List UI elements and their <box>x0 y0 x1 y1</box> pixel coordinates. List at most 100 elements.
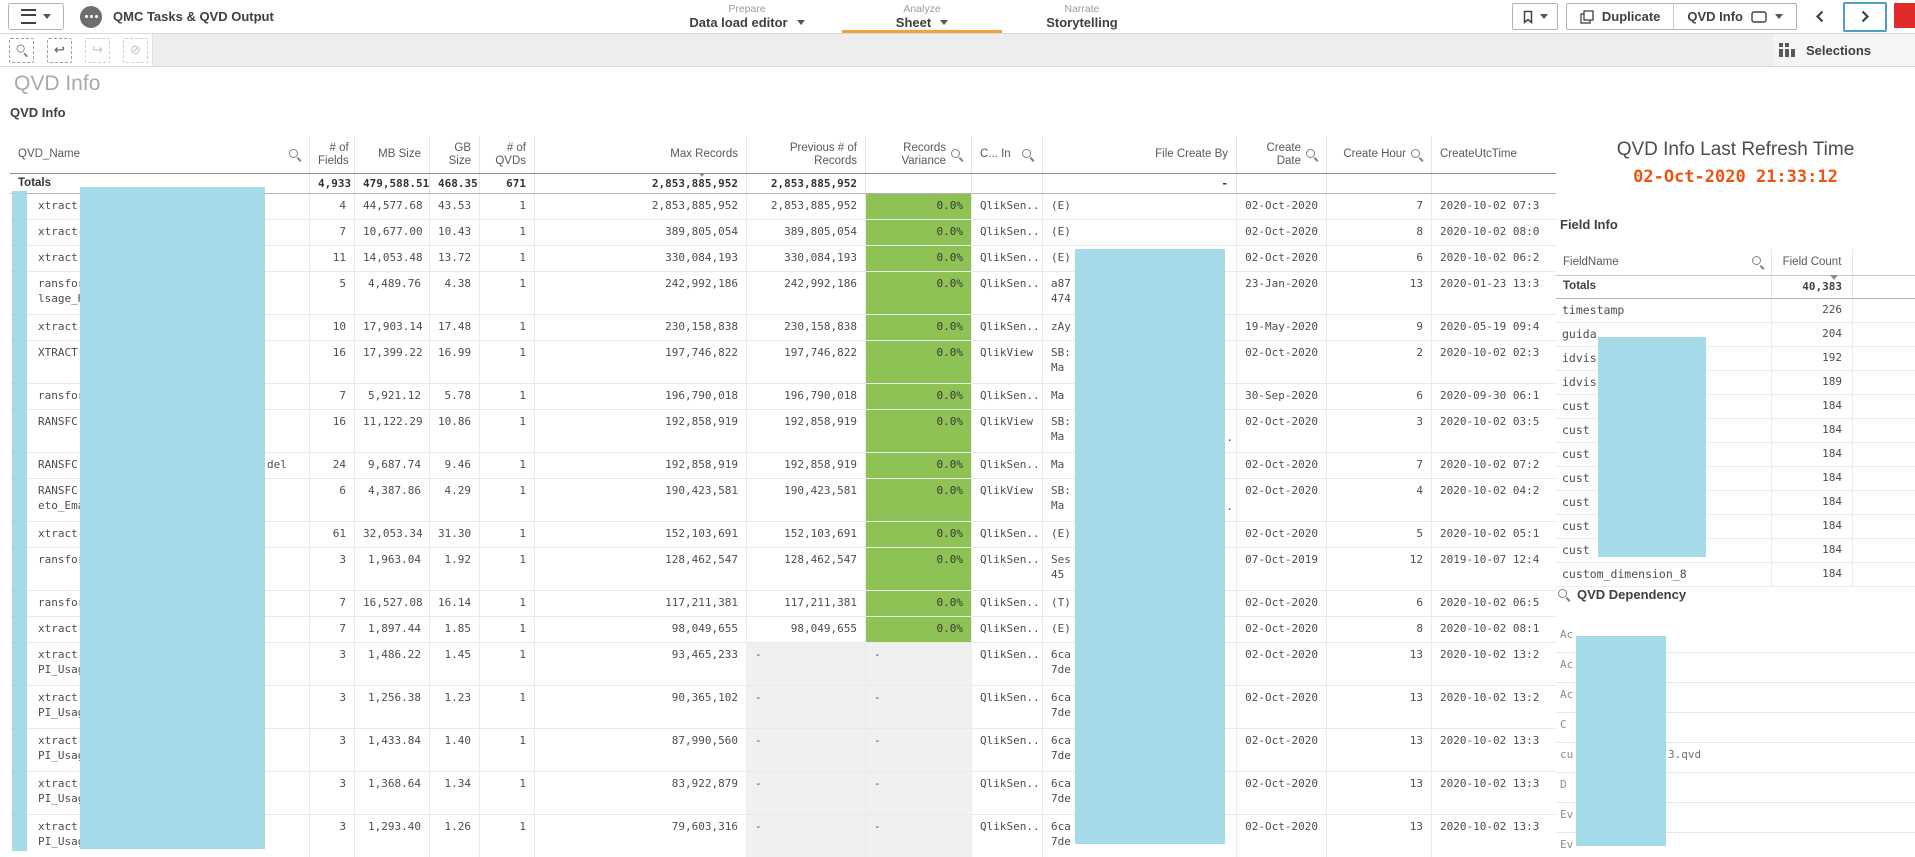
max-records-cell: 93,465,233 <box>535 643 747 685</box>
chevron-down-icon <box>1775 14 1783 19</box>
selections-back-button[interactable]: ↩ <box>47 37 72 63</box>
next-sheet-button[interactable] <box>1843 1 1887 32</box>
gb-size-cell: 1.34 <box>430 772 480 814</box>
search-icon[interactable] <box>951 148 963 161</box>
column-header-create-utc-time[interactable]: CreateUtcTime <box>1432 136 1556 173</box>
field-count-cell: 184 <box>1772 539 1853 562</box>
created-in-cell: QlikView <box>972 410 1043 452</box>
max-records-cell: 230,158,838 <box>535 315 747 340</box>
smart-search-button[interactable] <box>9 37 34 63</box>
totals-mb-size: 479,588.51 <box>355 174 430 193</box>
column-label: # of QVDs <box>495 141 526 167</box>
previous-records-cell: 230,158,838 <box>747 315 866 340</box>
mb-size-cell: 1,486.22 <box>355 643 430 685</box>
search-icon[interactable] <box>1306 148 1318 161</box>
sheet-selector[interactable]: QVD Info <box>1673 4 1796 29</box>
gb-size-cell: 4.38 <box>430 272 480 314</box>
column-label: File Create By <box>1155 148 1228 160</box>
create-date-cell: 02-Oct-2020 <box>1237 479 1327 521</box>
num-fields-cell: 16 <box>310 341 355 383</box>
column-header-qvd-name[interactable]: QVD_Name <box>10 136 310 173</box>
column-header-max-records[interactable]: Max Records <box>535 136 747 173</box>
num-fields-cell: 4 <box>310 194 355 219</box>
column-label: # of Fields <box>318 141 349 167</box>
bookmarks-button[interactable] <box>1511 3 1558 30</box>
column-header-create-date[interactable]: Create Date <box>1237 136 1327 173</box>
column-header-records-variance[interactable]: Records Variance <box>866 136 972 173</box>
num-fields-cell: 11 <box>310 246 355 271</box>
search-icon[interactable] <box>1558 588 1570 601</box>
selections-forward-button[interactable]: ↪ <box>85 37 110 63</box>
previous-records-cell: - <box>747 772 866 814</box>
num-fields-cell: 3 <box>310 643 355 685</box>
nav-item-label: Data load editor <box>689 15 788 30</box>
column-header-gb-size[interactable]: GB Size <box>430 136 480 173</box>
clear-selections-button[interactable]: ⊘ <box>123 37 148 63</box>
create-hour-cell: 13 <box>1327 815 1432 857</box>
create-hour-cell: 6 <box>1327 384 1432 409</box>
app-title: QMC Tasks & QVD Output <box>113 9 274 24</box>
search-icon[interactable] <box>1411 148 1423 161</box>
max-records-cell: 79,603,316 <box>535 815 747 857</box>
num-fields-cell: 3 <box>310 772 355 814</box>
num-qvds-cell: 1 <box>480 686 535 728</box>
column-header-field-name[interactable]: FieldName <box>1556 249 1772 275</box>
max-records-cell: 2,853,885,952 <box>535 194 747 219</box>
table-header-row: QVD_Name # of Fields MB Size GB Size # o… <box>10 136 1556 174</box>
selections-tool-button[interactable]: Selections <box>1773 34 1915 66</box>
search-icon[interactable] <box>1752 256 1764 268</box>
search-icon[interactable] <box>1022 148 1034 161</box>
field-info-row[interactable]: timestamp 226 <box>1556 299 1915 323</box>
nav-prepare[interactable]: Prepare Data load editor <box>672 0 822 33</box>
create-hour-cell: 13 <box>1327 729 1432 771</box>
previous-records-cell: 389,805,054 <box>747 220 866 245</box>
smart-search-icon <box>16 44 27 56</box>
records-variance-cell: 0.0% <box>866 220 972 245</box>
search-icon[interactable] <box>289 148 301 161</box>
refresh-time-value: 02-Oct-2020 21:33:12 <box>1633 167 1838 187</box>
previous-sheet-button[interactable] <box>1805 4 1835 30</box>
field-info-totals-row: Totals 40,383 <box>1556 275 1915 299</box>
chevron-left-icon <box>1815 10 1824 23</box>
max-records-cell: 389,805,054 <box>535 220 747 245</box>
column-header-previous-records[interactable]: Previous # of Records <box>747 136 866 173</box>
created-in-cell: QlikSen... <box>972 246 1043 271</box>
column-header-field-count[interactable]: Field Count <box>1772 249 1853 275</box>
previous-records-cell: 128,462,547 <box>747 548 866 590</box>
duplicate-button[interactable]: Duplicate <box>1567 4 1674 29</box>
previous-records-cell: 192,858,919 <box>747 453 866 478</box>
mb-size-cell: 16,527.08 <box>355 591 430 616</box>
num-qvds-cell: 1 <box>480 772 535 814</box>
column-header-create-hour[interactable]: Create Hour <box>1327 136 1432 173</box>
field-info-row[interactable]: custom_dimension_8 184 <box>1556 563 1915 587</box>
records-variance-cell: - <box>866 643 972 685</box>
global-menu-button[interactable] <box>8 3 64 30</box>
num-qvds-cell: 1 <box>480 815 535 857</box>
records-variance-cell: 0.0% <box>866 272 972 314</box>
create-date-cell: 02-Oct-2020 <box>1237 341 1327 383</box>
nav-item-label: Storytelling <box>1046 15 1118 30</box>
field-count-cell: 184 <box>1772 491 1853 514</box>
max-records-cell: 117,211,381 <box>535 591 747 616</box>
create-utc-time-cell: 2020-10-02 13:3 <box>1440 820 1540 833</box>
dependency-name-fragment: D <box>1560 778 1567 791</box>
column-header-file-create-by[interactable]: File Create By <box>1043 136 1237 173</box>
num-fields-cell: 7 <box>310 591 355 616</box>
create-utc-time-cell: 2020-01-23 13:3 <box>1440 277 1540 290</box>
nav-narrate[interactable]: Narrate Storytelling <box>1022 0 1142 33</box>
max-records-cell: 152,103,691 <box>535 522 747 547</box>
column-header-created-in[interactable]: C... In <box>972 136 1043 173</box>
file-create-by-cell: (E) <box>1043 220 1237 245</box>
column-header-mb-size[interactable]: MB Size <box>355 136 430 173</box>
previous-records-cell: 197,746,822 <box>747 341 866 383</box>
selection-actions: ↩ ↪ ⊘ <box>0 34 152 66</box>
created-in-cell: QlikSen... <box>972 384 1043 409</box>
column-header-num-qvds[interactable]: # of QVDs <box>480 136 535 173</box>
column-header-num-fields[interactable]: # of Fields <box>310 136 355 173</box>
max-records-cell: 242,992,186 <box>535 272 747 314</box>
nav-analyze[interactable]: Analyze Sheet <box>842 0 1002 33</box>
app-thumbnail-icon[interactable] <box>80 5 102 28</box>
create-date-cell: 02-Oct-2020 <box>1237 772 1327 814</box>
mb-size-cell: 9,687.74 <box>355 453 430 478</box>
field-count-cell: 184 <box>1772 563 1853 586</box>
